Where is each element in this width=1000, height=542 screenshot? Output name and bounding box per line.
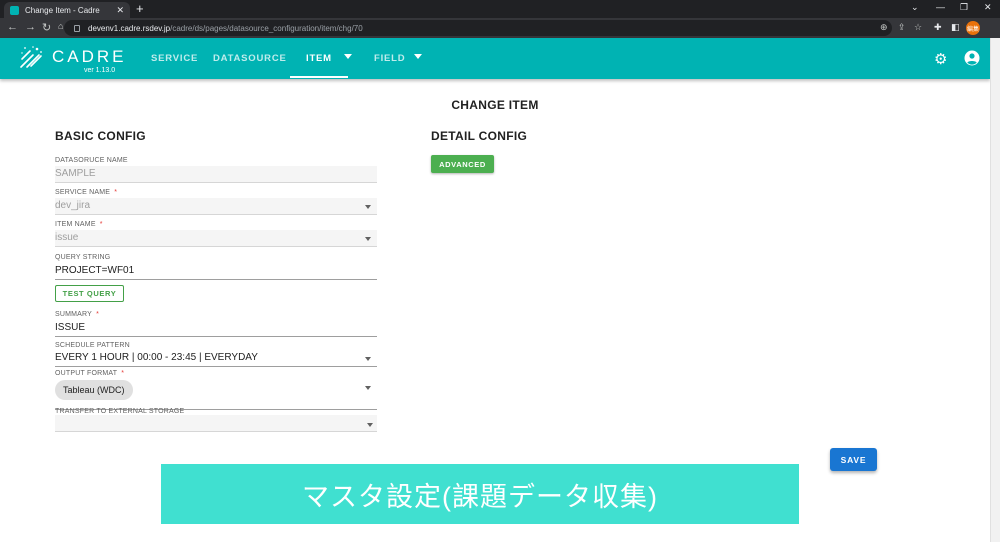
query-string-input[interactable]: PROJECT=WF01 xyxy=(55,263,377,279)
app-version: ver 1.13.0 xyxy=(84,67,116,74)
account-icon[interactable] xyxy=(964,50,980,66)
app-logo-text[interactable]: CADRE xyxy=(52,47,127,67)
nav-datasource[interactable]: DATASOURCE xyxy=(213,53,287,64)
datasource-name-label: DATASORUCE NAME xyxy=(55,157,128,164)
query-string-field[interactable]: QUERY STRING PROJECT=WF01 xyxy=(55,254,377,280)
required-marker: * xyxy=(121,370,125,377)
service-name-select: SERVICE NAME * dev_jira xyxy=(55,189,377,215)
close-window-icon[interactable]: ✕ xyxy=(984,2,992,13)
nav-item[interactable]: ITEM xyxy=(306,53,332,64)
side-panel-icon[interactable]: ◧ xyxy=(951,22,960,33)
tab-title: Change Item - Cadre xyxy=(25,5,100,15)
browser-toolbar: ← → ↻ ⌂ devenv1.cadre.rsdev.jp /cadre/ds… xyxy=(0,18,1000,38)
restore-icon[interactable]: ❐ xyxy=(960,2,968,13)
service-name-dropdown-icon xyxy=(365,205,371,209)
transfer-storage-label: TRANSFER TO EXTERNAL STORAGE xyxy=(55,408,185,415)
advanced-button[interactable]: ADVANCED xyxy=(431,155,494,173)
tab-search-icon[interactable]: ⌄ xyxy=(911,2,919,13)
cadre-logo-icon xyxy=(20,46,42,68)
summary-field[interactable]: SUMMARY * ISSUE xyxy=(55,311,377,337)
item-name-value: issue xyxy=(55,230,377,246)
datasource-name-field: DATASORUCE NAME SAMPLE xyxy=(55,157,377,183)
url-host: devenv1.cadre.rsdev.jp xyxy=(88,23,171,33)
output-format-label: OUTPUT FORMAT xyxy=(55,370,118,377)
detail-config-title: DETAIL CONFIG xyxy=(431,129,528,143)
caption-banner: マスタ設定(課題データ収集) xyxy=(161,464,799,524)
item-name-label: ITEM NAME xyxy=(55,221,96,228)
browser-titlebar: Change Item - Cadre ✕ + ⌄ — ❐ ✕ xyxy=(0,0,1000,18)
item-menu-chevron-down-icon[interactable] xyxy=(344,54,352,59)
summary-input[interactable]: ISSUE xyxy=(55,320,377,336)
new-tab-button[interactable]: + xyxy=(136,1,144,16)
schedule-pattern-select[interactable]: SCHEDULE PATTERN EVERY 1 HOUR | 00:00 - … xyxy=(55,342,377,367)
basic-config-title: BASIC CONFIG xyxy=(55,129,146,143)
extensions-icon[interactable]: ✚ xyxy=(934,22,942,33)
reload-icon[interactable]: ↻ xyxy=(42,21,51,34)
home-icon[interactable]: ⌂ xyxy=(58,21,63,31)
zoom-icon[interactable]: ⊕ xyxy=(880,22,888,33)
nav-field[interactable]: FIELD xyxy=(374,53,405,64)
schedule-pattern-dropdown-icon[interactable] xyxy=(365,357,371,361)
datasource-name-value: SAMPLE xyxy=(55,166,377,182)
item-name-select: ITEM NAME * issue xyxy=(55,221,377,247)
app-header: CADRE ver 1.13.0 SERVICE DATASOURCE ITEM… xyxy=(0,38,990,79)
forward-icon[interactable]: → xyxy=(25,21,36,33)
transfer-storage-value[interactable] xyxy=(55,415,377,431)
query-string-label: QUERY STRING xyxy=(55,254,111,261)
transfer-storage-dropdown-icon[interactable] xyxy=(367,423,373,427)
output-format-select[interactable]: OUTPUT FORMAT * Tableau (WDC) xyxy=(55,370,377,410)
required-marker: * xyxy=(99,221,103,228)
url-path: /cadre/ds/pages/datasource_configuration… xyxy=(170,23,363,33)
browser-tab[interactable]: Change Item - Cadre ✕ xyxy=(4,2,130,18)
summary-label: SUMMARY xyxy=(55,311,93,318)
lock-icon xyxy=(74,24,80,32)
cadre-favicon-icon xyxy=(10,5,19,15)
nav-service[interactable]: SERVICE xyxy=(151,53,198,64)
close-tab-icon[interactable]: ✕ xyxy=(116,5,124,16)
service-name-label: SERVICE NAME xyxy=(55,189,111,196)
address-bar[interactable]: devenv1.cadre.rsdev.jp /cadre/ds/pages/d… xyxy=(64,20,892,36)
share-icon[interactable]: ⇪ xyxy=(898,22,906,33)
profile-avatar[interactable]: 編集 xyxy=(966,21,980,35)
item-name-dropdown-icon xyxy=(365,237,371,241)
gear-icon[interactable]: ⚙ xyxy=(934,50,947,68)
required-marker: * xyxy=(96,311,99,318)
minimize-icon[interactable]: — xyxy=(936,2,945,12)
output-format-chip[interactable]: Tableau (WDC) xyxy=(55,380,133,400)
save-button[interactable]: SAVE xyxy=(830,448,877,471)
schedule-pattern-label: SCHEDULE PATTERN xyxy=(55,342,130,349)
transfer-storage-select[interactable]: TRANSFER TO EXTERNAL STORAGE xyxy=(55,408,377,432)
test-query-button[interactable]: TEST QUERY xyxy=(55,285,124,302)
back-icon[interactable]: ← xyxy=(7,21,18,33)
page-title: CHANGE ITEM xyxy=(451,98,539,112)
bookmark-star-icon[interactable]: ☆ xyxy=(914,22,922,33)
service-name-value: dev_jira xyxy=(55,198,377,214)
required-marker: * xyxy=(114,189,118,196)
active-tab-indicator xyxy=(290,76,348,78)
page-scrollbar[interactable] xyxy=(990,38,1000,542)
output-format-dropdown-icon[interactable] xyxy=(365,386,371,390)
field-menu-chevron-down-icon[interactable] xyxy=(414,54,422,59)
schedule-pattern-value[interactable]: EVERY 1 HOUR | 00:00 - 23:45 | EVERYDAY xyxy=(55,350,377,366)
